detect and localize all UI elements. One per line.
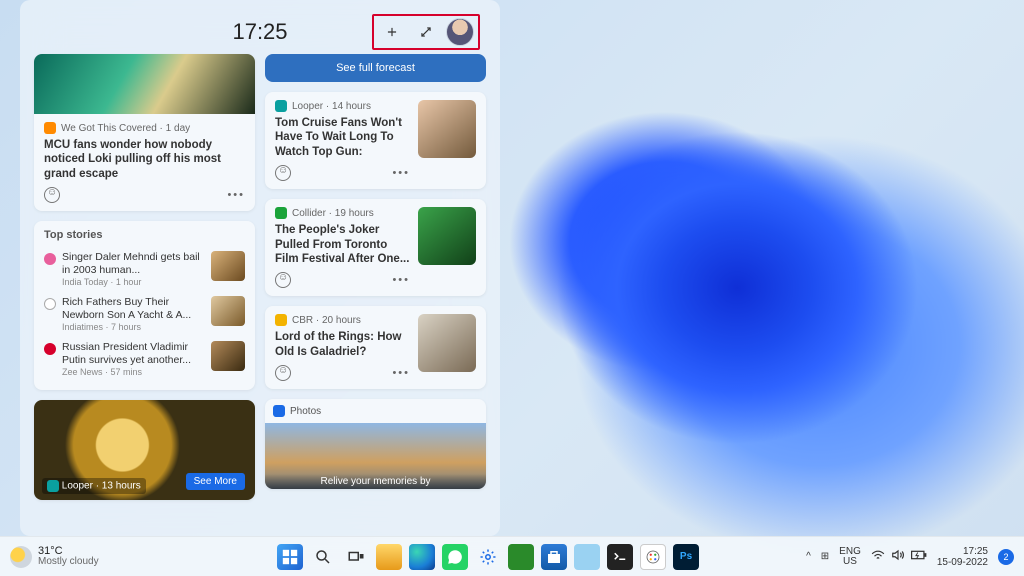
speaker-icon[interactable] <box>891 549 905 564</box>
photoshop-icon[interactable]: Ps <box>673 544 699 570</box>
react-icon[interactable] <box>275 165 291 181</box>
notification-badge[interactable]: 2 <box>998 549 1014 565</box>
paint-icon[interactable] <box>640 544 666 570</box>
news-card[interactable]: CBR · 20 hours Lord of the Rings: How Ol… <box>265 306 486 389</box>
source-label: CBR · 20 hours <box>292 315 361 326</box>
react-icon[interactable] <box>275 365 291 381</box>
story-thumb <box>211 341 245 371</box>
react-icon[interactable] <box>44 187 60 203</box>
widgets-clock: 17:25 <box>232 19 287 45</box>
story-source: Indiatimes · 7 hours <box>62 322 205 333</box>
weather-icon <box>10 546 32 568</box>
photos-label: Photos <box>290 406 321 417</box>
notepad-icon[interactable] <box>574 544 600 570</box>
whatsapp-icon[interactable] <box>442 544 468 570</box>
task-view-button[interactable] <box>343 544 369 570</box>
language-indicator[interactable]: ENG US <box>839 547 861 567</box>
top-stories-title: Top stories <box>44 229 245 241</box>
react-icon[interactable] <box>275 272 291 288</box>
app-green-icon[interactable] <box>508 544 534 570</box>
news-card-large[interactable]: See More Looper · 13 hours <box>34 400 255 500</box>
source-label: We Got This Covered · 1 day <box>61 123 190 134</box>
clock-time: 17:25 <box>963 546 988 557</box>
more-button[interactable]: ••• <box>392 367 410 379</box>
taskbar: 31°C Mostly cloudy Ps ^ ⊞ ENG US <box>0 536 1024 576</box>
tray-chevron-icon[interactable]: ^ <box>806 551 811 562</box>
source-icon <box>44 343 56 355</box>
story-title: Russian President Vladimir Putin survive… <box>62 341 205 366</box>
user-avatar[interactable] <box>446 18 474 46</box>
news-thumb <box>418 100 476 158</box>
see-more-button[interactable]: See More <box>186 473 245 490</box>
story-title: Singer Daler Mehndi gets bail in 2003 hu… <box>62 251 205 276</box>
widgets-panel: 17:25 We Got This Covered · 1 day MCU <box>20 0 500 536</box>
start-button[interactable] <box>277 544 303 570</box>
more-button[interactable]: ••• <box>392 274 410 286</box>
source-icon <box>275 207 287 219</box>
terminal-icon[interactable] <box>607 544 633 570</box>
widgets-toolbar-highlight <box>372 14 480 50</box>
story-source: Zee News · 57 mins <box>62 367 205 378</box>
source-label: Collider · 19 hours <box>292 208 374 219</box>
top-stories-card: Top stories Singer Daler Mehndi gets bai… <box>34 221 255 390</box>
top-story-row[interactable]: Russian President Vladimir Putin survive… <box>44 337 245 382</box>
settings-icon[interactable] <box>475 544 501 570</box>
widgets-header: 17:25 <box>34 10 486 54</box>
news-title: Tom Cruise Fans Won't Have To Wait Long … <box>275 116 410 159</box>
lang-top: ENG <box>839 547 861 557</box>
lang-bottom: US <box>843 557 857 567</box>
news-large-image: See More Looper · 13 hours <box>34 400 255 500</box>
top-story-row[interactable]: Rich Fathers Buy Their Newborn Son A Yac… <box>44 292 245 337</box>
source-icon <box>44 122 56 134</box>
source-label: Looper · 13 hours <box>42 478 146 494</box>
taskbar-apps: Ps <box>170 544 806 570</box>
story-title: Rich Fathers Buy Their Newborn Son A Yac… <box>62 296 205 321</box>
news-title: Lord of the Rings: How Old Is Galadriel? <box>275 330 410 359</box>
news-card[interactable]: Collider · 19 hours The People's Joker P… <box>265 199 486 296</box>
news-hero-image <box>34 54 255 114</box>
source-icon <box>44 253 56 265</box>
add-widget-button[interactable] <box>378 18 406 46</box>
file-explorer-icon[interactable] <box>376 544 402 570</box>
widgets-columns: We Got This Covered · 1 day MCU fans won… <box>34 54 486 530</box>
battery-icon[interactable] <box>911 550 927 563</box>
news-title: MCU fans wonder how nobody noticed Loki … <box>44 138 245 181</box>
photos-widget[interactable]: Photos Relive your memories by <box>265 399 486 489</box>
widgets-col-left: We Got This Covered · 1 day MCU fans won… <box>34 54 255 530</box>
expand-widgets-button[interactable] <box>412 18 440 46</box>
news-source: We Got This Covered · 1 day <box>44 122 245 134</box>
taskbar-clock[interactable]: 17:25 15-09-2022 <box>937 546 988 568</box>
wifi-icon[interactable] <box>871 549 885 564</box>
widgets-col-right: See full forecast Looper · 14 hours Tom … <box>265 54 486 530</box>
news-card[interactable]: Looper · 14 hours Tom Cruise Fans Won't … <box>265 92 486 189</box>
taskbar-weather[interactable]: 31°C Mostly cloudy <box>0 546 170 568</box>
search-button[interactable] <box>310 544 336 570</box>
see-full-forecast-button[interactable]: See full forecast <box>265 54 486 82</box>
photos-caption: Relive your memories by <box>265 474 486 489</box>
more-button[interactable]: ••• <box>392 167 410 179</box>
story-thumb <box>211 296 245 326</box>
story-source: India Today · 1 hour <box>62 277 205 288</box>
top-story-row[interactable]: Singer Daler Mehndi gets bail in 2003 hu… <box>44 247 245 292</box>
source-icon <box>275 314 287 326</box>
source-icon <box>44 298 56 310</box>
news-title: The People's Joker Pulled From Toronto F… <box>275 223 410 266</box>
taskbar-system-tray: ^ ⊞ ENG US 17:25 15-09-2022 2 <box>806 546 1024 568</box>
news-thumb <box>418 314 476 372</box>
source-text: Looper · 13 hours <box>62 481 141 492</box>
source-label: Looper · 14 hours <box>292 101 371 112</box>
clock-date: 15-09-2022 <box>937 557 988 568</box>
ms-store-icon[interactable] <box>541 544 567 570</box>
weather-desc: Mostly cloudy <box>38 557 99 567</box>
tray-input-icon[interactable]: ⊞ <box>821 551 829 562</box>
news-thumb <box>418 207 476 265</box>
source-icon <box>47 480 59 492</box>
more-button[interactable]: ••• <box>227 189 245 201</box>
news-card-hero[interactable]: We Got This Covered · 1 day MCU fans won… <box>34 54 255 211</box>
source-icon <box>275 100 287 112</box>
photos-image: Relive your memories by <box>265 423 486 489</box>
edge-icon[interactable] <box>409 544 435 570</box>
onedrive-icon <box>273 405 285 417</box>
story-thumb <box>211 251 245 281</box>
